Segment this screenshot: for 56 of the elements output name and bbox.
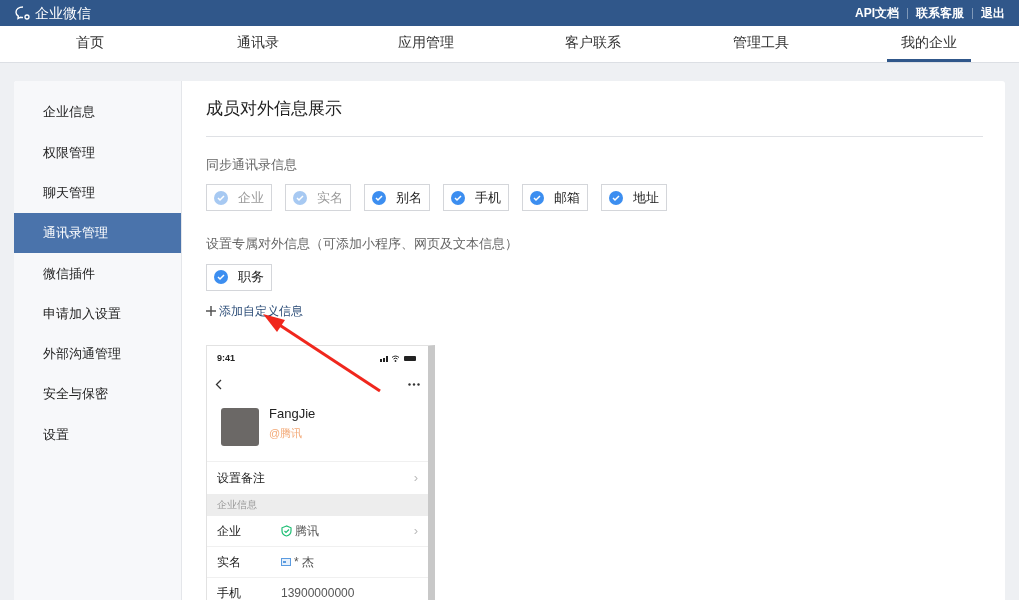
field-value: 13900000000 — [281, 584, 355, 600]
id-card-icon — [281, 557, 291, 566]
sidebar-item[interactable]: 申请加入设置 — [14, 293, 181, 334]
nav-tab[interactable]: 我的企业 — [887, 26, 972, 62]
check-icon — [451, 190, 465, 205]
chevron-icon: › — [413, 467, 418, 488]
checkbox-option[interactable]: 地址 — [601, 184, 667, 211]
nav-tab[interactable]: 应用管理 — [383, 26, 468, 62]
header-link[interactable]: 退出 — [981, 4, 1005, 22]
field-label: 企业 — [217, 522, 242, 540]
sidebar-item[interactable]: 聊天管理 — [14, 172, 181, 213]
shield-check-icon — [281, 524, 292, 537]
sidebar-item[interactable]: 权限管理 — [14, 132, 181, 173]
status-icons — [380, 355, 418, 362]
nav-tab[interactable]: 首页 — [61, 26, 118, 62]
check-icon — [530, 190, 544, 205]
contact-company: @腾讯 — [269, 426, 304, 441]
more-icon — [408, 383, 420, 386]
check-icon — [214, 190, 228, 205]
section-label: 设置专属对外信息（可添加小程序、网页及文本信息） — [206, 235, 519, 253]
sidebar-item[interactable]: 企业信息 — [14, 92, 181, 133]
chat-bubble-icon — [14, 5, 32, 21]
check-icon — [214, 270, 228, 284]
section-label: 同步通讯录信息 — [206, 155, 298, 174]
check-icon — [293, 190, 307, 205]
avatar-placeholder — [221, 407, 259, 446]
nav-tab[interactable]: 通讯录 — [222, 26, 293, 62]
checkbox-option[interactable]: 手机 — [443, 184, 509, 211]
chevron-icon: › — [413, 520, 418, 541]
add-custom-info-link[interactable]: 添加自定义信息 — [206, 301, 303, 320]
field-value: * 杰 — [294, 553, 314, 571]
plus-icon — [206, 305, 216, 316]
sidebar-item[interactable]: 通讯录管理 — [14, 212, 181, 254]
page-title: 成员对外信息展示 — [206, 81, 983, 137]
header-link[interactable]: API文档 — [855, 4, 899, 22]
header-link[interactable]: 联系客服 — [916, 4, 964, 22]
logo-text: 企业微信 — [35, 3, 91, 23]
field-label: 实名 — [217, 553, 242, 571]
nav-tab[interactable]: 管理工具 — [719, 26, 804, 62]
field-value: 腾讯 — [295, 522, 319, 540]
remark-row[interactable]: 设置备注 › — [207, 461, 428, 494]
sidebar-item[interactable]: 外部沟通管理 — [14, 333, 181, 375]
check-icon — [609, 190, 623, 205]
back-icon — [215, 379, 222, 390]
checkbox-option[interactable]: 邮箱 — [522, 184, 588, 211]
field-label: 手机 — [217, 584, 242, 600]
nav-tab[interactable]: 客户联系 — [551, 26, 636, 62]
contact-name: FangJie — [269, 404, 316, 423]
sidebar-item[interactable]: 安全与保密 — [14, 374, 181, 415]
sidebar-item[interactable]: 设置 — [14, 414, 181, 455]
section-header: 企业信息 — [207, 493, 428, 516]
status-time: 9:41 — [217, 351, 235, 365]
check-icon — [372, 190, 386, 205]
checkbox-option[interactable]: 别名 — [364, 184, 430, 211]
sidebar-item[interactable]: 微信插件 — [14, 253, 181, 294]
checkbox-option[interactable]: 职务 — [206, 263, 272, 291]
